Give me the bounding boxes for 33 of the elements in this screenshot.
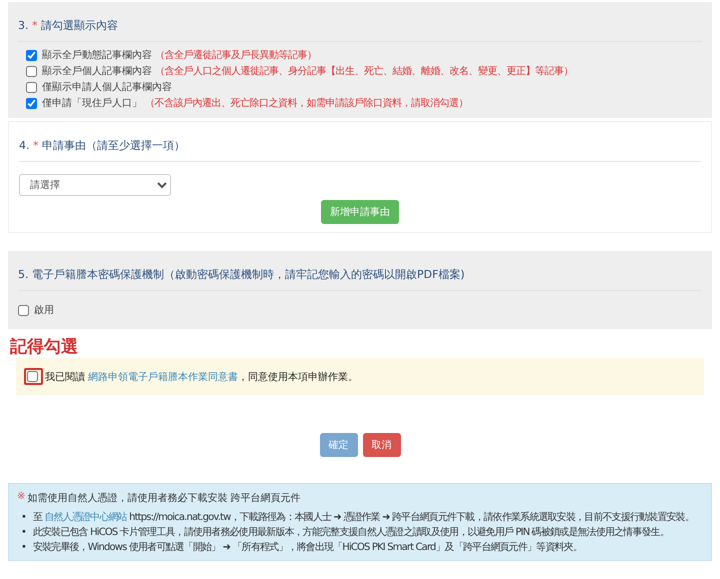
option-note: （含全戶人口之個人遷徙記事、身分記事【出生、死亡、結婚、離婚、改名、變更、更正】等記事） [155, 64, 573, 78]
option-label: 顯示全戶個人記事欄內容 [42, 64, 152, 78]
cancel-button[interactable]: 取消 [362, 433, 400, 457]
section-title: 4. * 申請事由（請至少選擇一項） [19, 132, 701, 162]
option-note: （含全戶遷徙記事及戶長異動等記事） [155, 48, 316, 62]
bullet-mark: • [21, 526, 27, 540]
note-mark: ※ [17, 491, 26, 504]
reason-select[interactable]: 請選擇 [19, 174, 171, 196]
checkbox[interactable] [26, 98, 37, 108]
option-label: 啟用 [34, 304, 54, 317]
agreement-link[interactable]: 網路申領電子戶籍謄本作業同意書 [88, 372, 238, 382]
confirm-button[interactable]: 確定 [320, 433, 358, 457]
section-title: 5. 電子戶籍謄本密碼保護機制（啟動密碼保護機制時，請牢記您輸入的密碼以開啟PDF檔案) [18, 261, 702, 291]
section-title: 3. * 請勾選顯示內容 [18, 12, 702, 42]
annotation-text: 記得勾選 [10, 336, 79, 358]
option-label: 僅申請「現住戶人口」 [42, 96, 142, 110]
info-item: 至 自然人憑證中心網站 https://moica.nat.gov.tw，下載路徑為：本國人士 ➜ 憑證作業 ➜ 跨平台網頁元件下載，請依作業系統選取安裝，目前不支援行動裝置安裝。 [32, 511, 694, 525]
checkbox[interactable] [26, 50, 37, 60]
checkbox[interactable] [26, 66, 37, 76]
checkbox[interactable] [27, 371, 38, 382]
checkbox[interactable] [26, 82, 37, 92]
info-link[interactable]: 自然人憑證中心網站 [44, 512, 127, 523]
option-label: 僅顯示申請人個人記事欄內容 [42, 80, 172, 94]
info-item: 安裝完畢後，Windows 使用者可點選「開始」 ➜ 「所有程式」，將會出現「HiCOS PKI Smart Card」及「跨平台網頁元件」等資料夾。 [32, 541, 582, 555]
info-heading: 如需使用自然人憑證，請使用者務必下載安裝 跨平台網頁元件 [27, 492, 301, 505]
bullet-mark: • [21, 511, 27, 525]
info-item: 此安裝已包含 HiCOS 卡片管理工具，請使用者務必使用最新版本，方能完整支援自然人憑證之讀取及使用，以避免用戶 PIN 碼被鎖或是無法使用之情事發生。 [32, 526, 669, 540]
agreement-text: 我已閱讀 網路申領電子戶籍謄本作業同意書，同意使用本項申辦作業。 [45, 370, 358, 384]
checkbox[interactable] [18, 304, 29, 316]
option-label: 顯示全戶動態記事欄內容 [42, 48, 152, 62]
add-reason-button[interactable]: 新增申請事由 [321, 200, 399, 224]
option-note: （不含該戶內遷出、死亡除口之資料，如需申請該戶除口資料，請取消勾選） [145, 96, 468, 110]
bullet-mark: • [21, 541, 27, 555]
